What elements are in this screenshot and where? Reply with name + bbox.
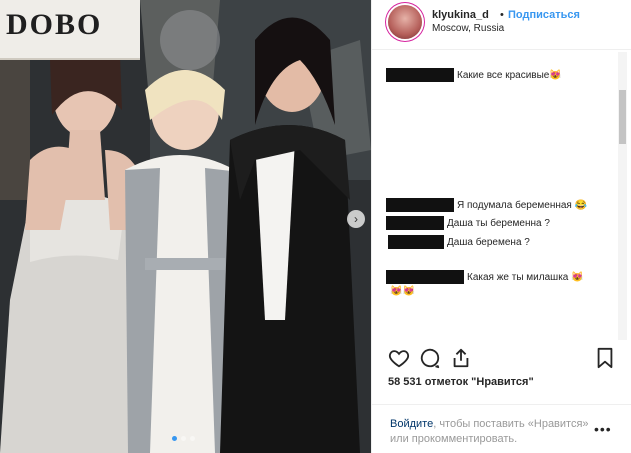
comment: 😻😻: [390, 286, 415, 297]
login-link[interactable]: Войдите: [390, 418, 433, 430]
carousel-dot[interactable]: [172, 436, 177, 441]
store-sign-text: DOBO: [6, 8, 103, 41]
comment: Даша ты беременна ?: [386, 216, 550, 230]
login-prompt: Войдите, чтобы поставить «Нравится» или …: [372, 404, 631, 453]
comments-list[interactable]: Какие все красивые😻 Я подумала беременна…: [372, 50, 631, 340]
comment: Какие все красивые😻: [386, 68, 562, 82]
location-link[interactable]: Moscow, Russia: [432, 23, 504, 34]
comment-text: Я подумала беременная 😂: [457, 199, 588, 211]
post-actions: [372, 343, 631, 379]
comments-scrollbar[interactable]: [618, 52, 627, 340]
post-photo[interactable]: DOBO ›: [0, 0, 371, 453]
chevron-right-icon: ›: [354, 212, 358, 226]
comment-text: Даша беремена ?: [447, 236, 530, 248]
redacted-username: [386, 216, 444, 230]
redacted-username: [386, 270, 464, 284]
carousel-dot[interactable]: [181, 436, 186, 441]
avatar[interactable]: [388, 5, 422, 39]
more-options-icon[interactable]: •••: [594, 421, 612, 437]
share-icon[interactable]: [450, 347, 472, 369]
photo-scene: [0, 0, 371, 453]
post-header: klyukina_d • Подписаться Moscow, Russia: [372, 0, 631, 50]
heart-icon[interactable]: [388, 347, 410, 369]
carousel-dot[interactable]: [190, 436, 195, 441]
comment-text: Какие все красивые😻: [457, 69, 562, 81]
carousel-next-button[interactable]: ›: [347, 210, 365, 228]
header-separator: •: [500, 9, 504, 21]
follow-button[interactable]: Подписаться: [508, 9, 580, 21]
comment: Какая же ты милашка 😻: [386, 270, 584, 284]
comment-text: Даша ты беременна ?: [447, 217, 550, 229]
comment-text: Какая же ты милашка 😻: [467, 271, 584, 283]
redacted-username: [388, 235, 444, 249]
likes-count[interactable]: 58 531 отметок "Нравится": [388, 376, 534, 388]
comment-text: 😻😻: [390, 286, 415, 297]
comment: Даша беремена ?: [388, 235, 530, 249]
comment-icon[interactable]: [419, 347, 441, 369]
scrollbar-thumb[interactable]: [619, 90, 626, 144]
comment: Я подумала беременная 😂: [386, 198, 587, 212]
username-link[interactable]: klyukina_d: [432, 9, 489, 21]
login-text: Войдите, чтобы поставить «Нравится» или …: [390, 417, 605, 447]
store-sign: DOBO: [0, 0, 140, 60]
redacted-username: [386, 198, 454, 212]
carousel-dots: [172, 436, 195, 441]
post-panel: klyukina_d • Подписаться Moscow, Russia …: [371, 0, 631, 453]
redacted-username: [386, 68, 454, 82]
bookmark-icon[interactable]: [594, 347, 616, 369]
